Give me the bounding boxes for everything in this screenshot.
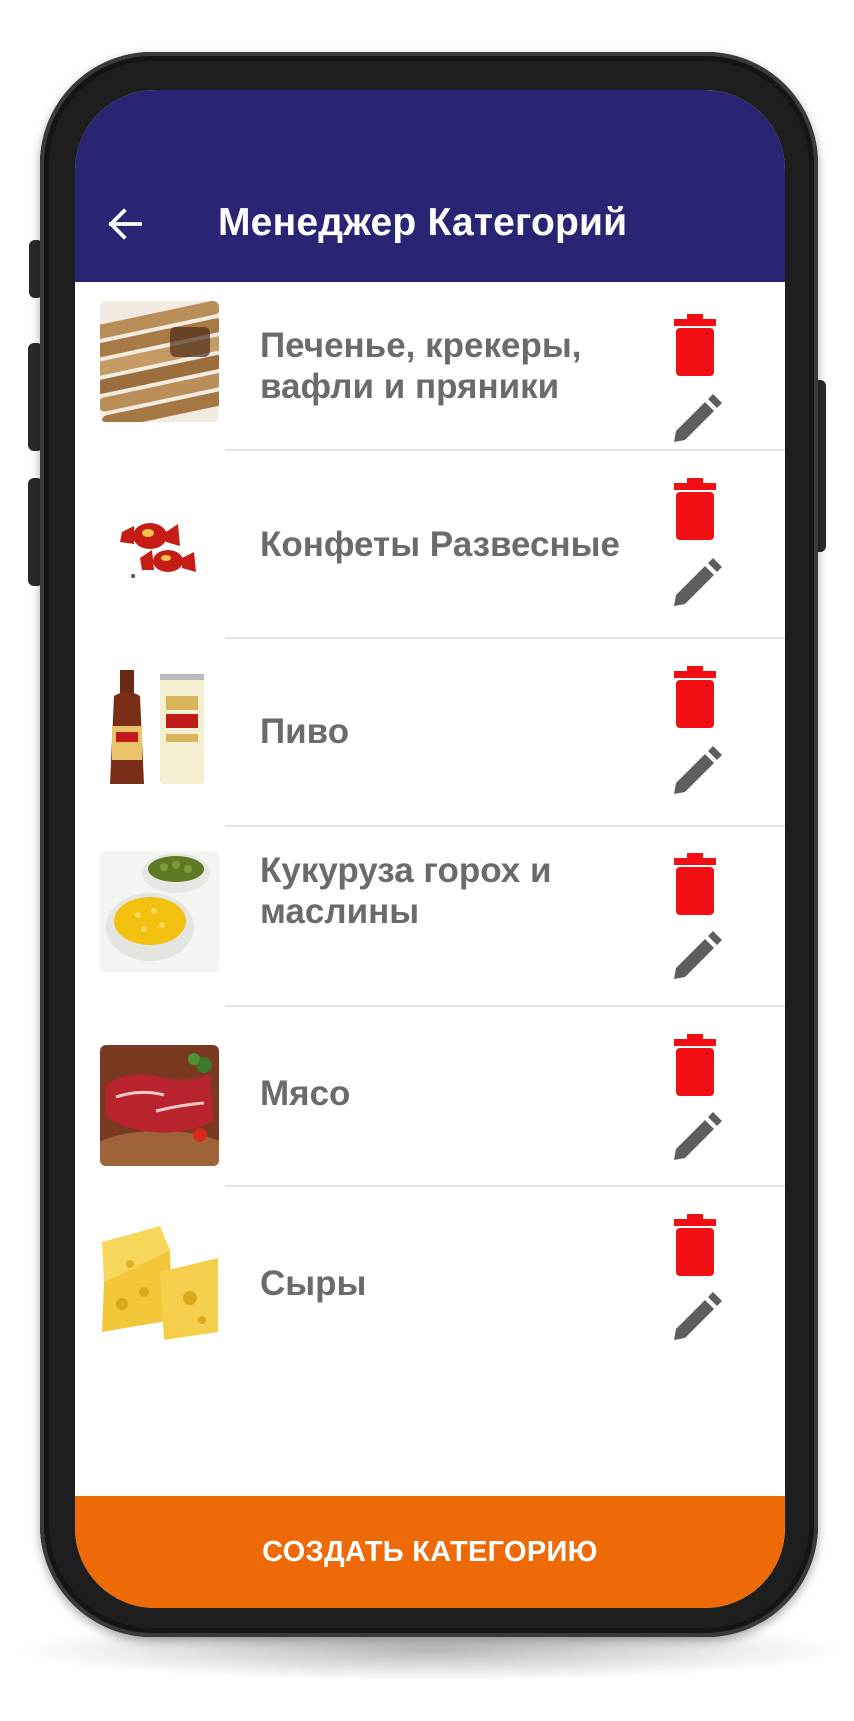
- category-thumbnail-wafer-rolls: [100, 301, 219, 422]
- category-name: Мясо: [260, 1074, 351, 1113]
- category-row[interactable]: Кукуруза горох и маслины: [75, 827, 785, 1007]
- delete-button[interactable]: [672, 314, 718, 376]
- category-thumbnail-wrapped-candies: [100, 484, 219, 605]
- pencil-icon: [674, 1112, 722, 1160]
- category-row[interactable]: Пиво: [75, 639, 785, 827]
- category-row[interactable]: Конфеты Развесные: [75, 451, 785, 639]
- pencil-icon: [674, 931, 722, 979]
- edit-button[interactable]: [672, 558, 722, 608]
- edit-button[interactable]: [672, 394, 722, 444]
- delete-button[interactable]: [672, 1034, 718, 1096]
- category-thumbnail-beer-bottle-and-can: [100, 666, 219, 787]
- category-row[interactable]: Сыры: [75, 1187, 785, 1357]
- delete-button[interactable]: [672, 666, 718, 728]
- category-row[interactable]: Мясо: [75, 1007, 785, 1187]
- category-name: Конфеты Развесные: [260, 525, 620, 564]
- category-thumbnail-corn-and-peas-bowls: [100, 851, 219, 972]
- app-screen: Менеджер Категорий Печенье, крекеры, ваф…: [75, 90, 785, 1608]
- app-bar: Менеджер Категорий: [75, 90, 785, 282]
- trash-icon: [674, 478, 716, 540]
- category-name: Печенье, крекеры, вафли и пряники: [260, 326, 582, 406]
- edit-button[interactable]: [672, 1292, 722, 1342]
- pencil-icon: [674, 746, 722, 794]
- category-thumbnail-cheese: [100, 1222, 219, 1343]
- pencil-icon: [674, 558, 722, 606]
- trash-icon: [674, 666, 716, 728]
- category-name: Сыры: [260, 1264, 367, 1303]
- category-row[interactable]: Печенье, крекеры, вафли и пряники: [75, 282, 785, 451]
- delete-button[interactable]: [672, 478, 718, 540]
- edit-button[interactable]: [672, 1112, 722, 1162]
- arrow-left-icon: [108, 208, 142, 240]
- trash-icon: [674, 314, 716, 376]
- trash-icon: [674, 1034, 716, 1096]
- edit-button[interactable]: [672, 931, 722, 981]
- category-thumbnail-raw-meat: [100, 1045, 219, 1166]
- page-title: Менеджер Категорий: [218, 201, 628, 244]
- category-name: Пиво: [260, 712, 350, 751]
- delete-button[interactable]: [672, 853, 718, 915]
- category-name: Кукуруза горох и маслины: [260, 851, 552, 931]
- trash-icon: [674, 1214, 716, 1276]
- edit-button[interactable]: [672, 746, 722, 796]
- create-category-button[interactable]: СОЗДАТЬ КАТЕГОРИЮ: [75, 1496, 785, 1608]
- delete-button[interactable]: [672, 1214, 718, 1276]
- trash-icon: [674, 853, 716, 915]
- pencil-icon: [674, 1292, 722, 1340]
- pencil-icon: [674, 394, 722, 442]
- category-list[interactable]: Печенье, крекеры, вафли и пряники Конфет…: [75, 282, 785, 1496]
- back-button[interactable]: [103, 202, 147, 246]
